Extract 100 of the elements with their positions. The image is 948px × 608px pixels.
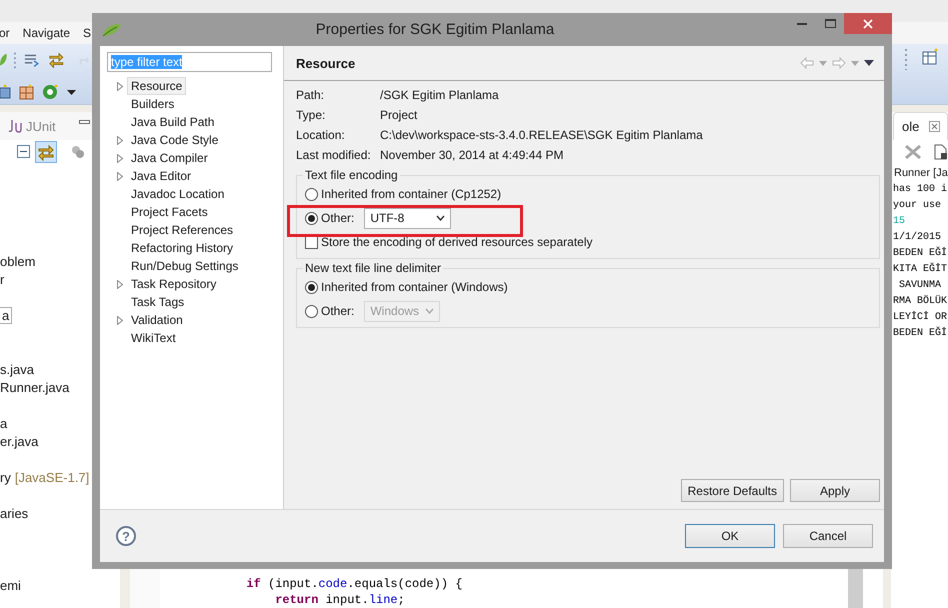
swap-icon[interactable] [48,51,64,69]
toolbar-grip [14,51,18,69]
tree-item[interactable]: Resource [127,77,186,95]
console-line: has 100 i [893,182,948,197]
tree-item[interactable]: Java Code Style [127,131,222,149]
leaf-icon[interactable] [0,52,8,68]
tree-item[interactable]: WikiText [127,329,180,347]
minimize-icon[interactable] [78,120,90,124]
toolbar-grip [905,48,908,70]
console-line: your use [893,199,942,213]
tree-item[interactable]: oblem [0,254,36,268]
view-tab[interactable]: ole [893,112,948,140]
expand-arrow-icon[interactable] [117,136,123,144]
group-label: Text file encoding [304,168,399,182]
radio-label: Other: [321,211,354,225]
tree-item[interactable]: Java Editor [127,167,196,185]
console-line: RMA BÖLÜK [893,294,948,309]
console-line: BEDEN EĞİ [893,326,948,341]
menu-item[interactable]: Navigate [22,26,76,40]
page-title: Resource [296,56,356,70]
dropdown[interactable]: UTF-8 [364,208,452,228]
tree-item[interactable]: ry [0,470,11,484]
tree-item[interactable]: Validation [127,311,187,329]
tree-item[interactable]: Run/Debug Settings [127,257,242,275]
tree-item[interactable]: Task Tags [127,293,188,311]
tree-item[interactable]: Javadoc Location [127,185,228,203]
tree-item[interactable]: Java Build Path [127,113,218,131]
tree-item[interactable]: Task Repository [127,275,220,293]
tree-item[interactable]: emi [0,578,21,592]
field-label: Last modified: [296,148,372,162]
page-button[interactable]: Apply [790,479,880,502]
class-plus-icon[interactable] [42,83,60,101]
close-icon[interactable] [929,121,940,132]
maximize-icon [824,19,836,28]
menu-caret-icon[interactable] [864,60,874,66]
tree-item[interactable]: a [0,416,8,430]
document-icon[interactable] [934,144,948,160]
code-line: return input.line; [274,592,406,608]
chevron-down-icon [436,215,446,221]
grid-icon[interactable] [19,84,35,100]
page-button[interactable]: Restore Defaults [680,479,784,502]
radio-label: Inherited from container (Windows) [321,280,508,294]
menu-item[interactable]: S [83,26,96,40]
radio-button[interactable] [305,188,318,200]
dialog-title: Properties for SGK Egitim Planlama [314,21,556,38]
radio-label: Other: [321,304,354,318]
tree-item[interactable]: Project Facets [127,203,212,221]
rename-field[interactable]: a [0,306,12,324]
package-icon[interactable] [0,84,12,100]
field-label: Location: [296,128,346,142]
tree-item[interactable]: r [0,272,4,286]
expand-arrow-icon[interactable] [117,280,123,288]
chevron-down-icon [425,308,434,314]
field-label: Type: [296,108,326,122]
group-label: New text file line delimiter [304,261,442,275]
tree-item[interactable]: Runner.java [0,380,70,394]
tree-item[interactable]: er.java [0,434,38,448]
field-value: /SGK Egitim Planlama [380,88,500,102]
dialog-button[interactable]: OK [685,524,775,548]
leaf-icon [102,22,122,36]
code-line: if (input.code.equals(code)) { [245,576,464,592]
close-button[interactable] [844,13,892,34]
console-line: LEYİCİ OR [893,310,948,325]
tree-item[interactable]: Builders [127,95,178,113]
console-line: SAVUNMA [898,279,942,293]
radio-button[interactable] [305,212,318,224]
expand-arrow-icon[interactable] [117,172,123,180]
caret-icon[interactable] [67,90,76,94]
remove-all-icon[interactable] [904,144,922,160]
console-line: 15 [893,215,906,229]
expand-arrow-icon[interactable] [117,316,123,324]
console-label: Runner [Ja [893,166,948,181]
expand-arrow-icon[interactable] [117,82,123,90]
field-value: November 30, 2014 at 4:49:44 PM [380,148,564,162]
radio-button[interactable] [305,280,318,294]
link-editor-icon[interactable] [35,141,57,163]
minimize-icon [797,22,807,24]
field-value: C:\dev\workspace-sts-3.4.0.RELEASE\SGK Egitim Planlama [380,128,704,142]
view-tab-label: ole [902,119,920,134]
expand-arrow-icon[interactable] [117,154,123,162]
console-line: KITA EĞİT [893,262,948,277]
field-label: Path: [296,88,326,102]
tree-item[interactable]: Refactoring History [127,239,238,257]
console-line: 1/1/2015 [893,230,942,245]
dialog-button[interactable]: Cancel [783,524,873,548]
tree-item[interactable]: aries [0,506,28,520]
console-line: BEDEN EĞİ [893,246,948,261]
close-icon [863,18,873,28]
list-icon[interactable] [24,52,41,68]
radio-label: Inherited from container (Cp1252) [321,187,502,201]
table-plus-icon[interactable] [922,48,940,66]
tree-item-decoration: [JavaSE-1.7] [14,470,90,484]
tree-item[interactable]: Java Compiler [127,149,212,167]
tree-item[interactable]: s.java [0,362,34,376]
tree-item[interactable]: Project References [127,221,238,239]
radio-button[interactable] [305,304,318,318]
collapse-all-icon[interactable] [17,145,31,159]
field-value: Project [380,108,418,122]
junit-icon [8,119,22,133]
help-button[interactable]: ? [116,526,136,546]
